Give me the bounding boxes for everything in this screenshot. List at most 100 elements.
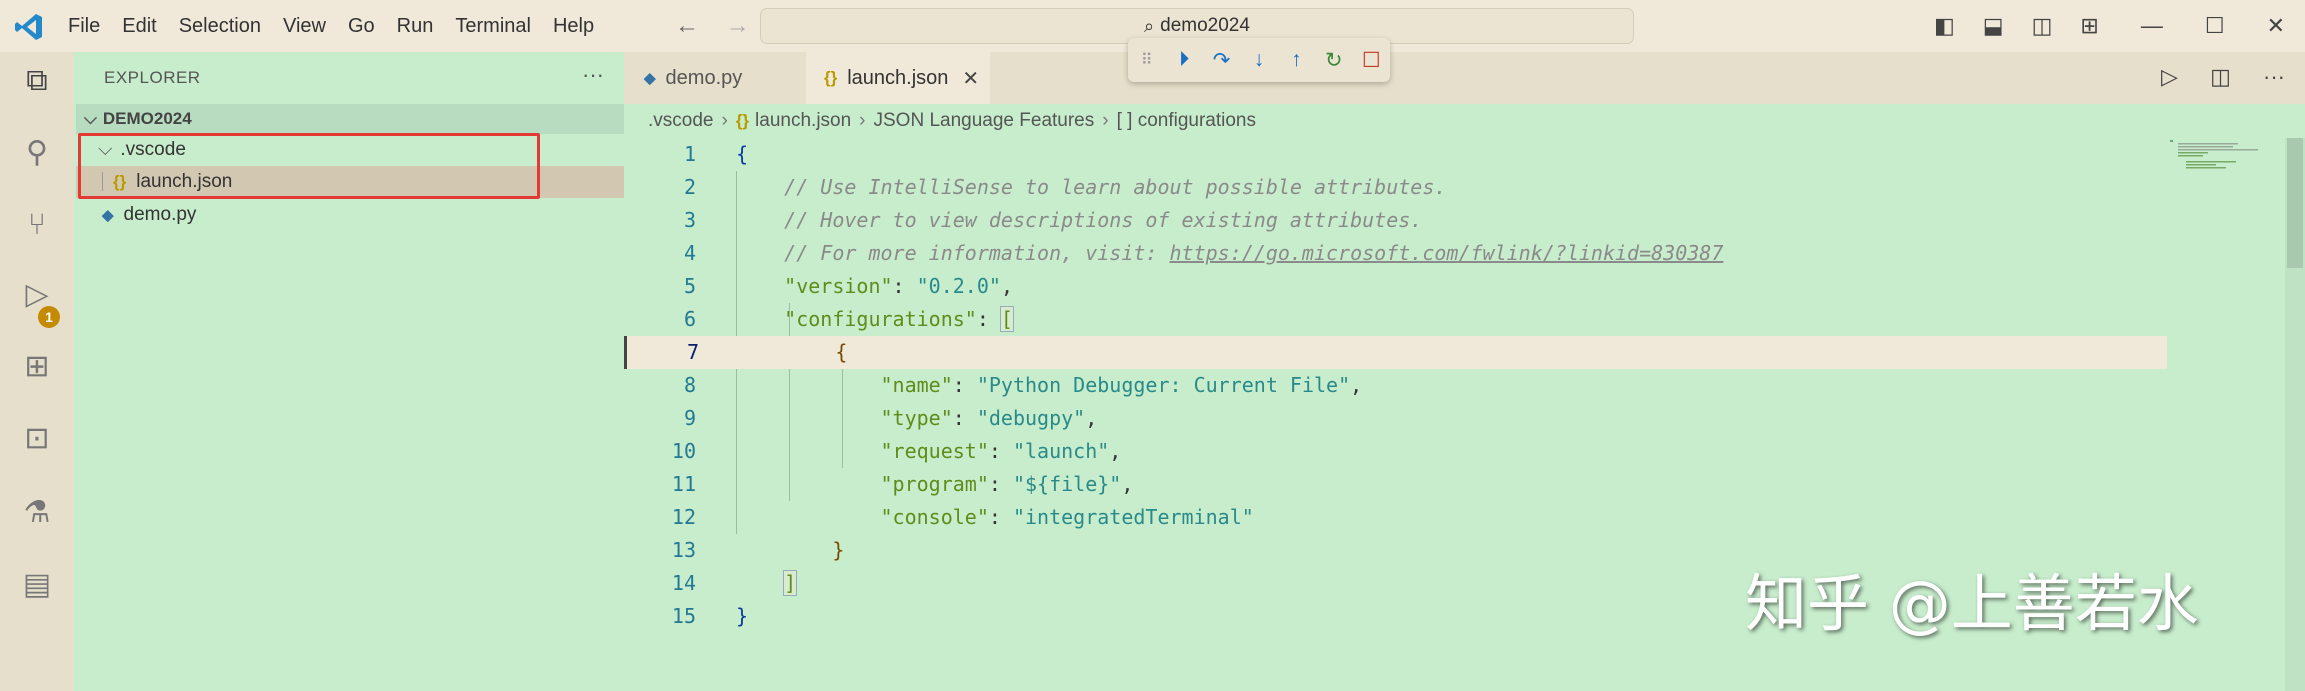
step-into-icon[interactable]: ↓ [1240, 48, 1277, 72]
menu-file[interactable]: File [68, 15, 100, 38]
close-tab-icon[interactable]: ✕ [962, 66, 979, 91]
more-actions-icon[interactable]: ··· [582, 62, 604, 88]
tab-label: demo.py [665, 66, 743, 89]
forward-arrow-icon[interactable]: → [726, 12, 750, 39]
step-over-icon[interactable]: ↷ [1203, 48, 1240, 73]
code-line: 12 "console": "integratedTerminal" [624, 501, 2164, 534]
json-value: "${file}" [1012, 472, 1122, 496]
line-number: 7 [686, 340, 699, 364]
toggle-primary-sidebar-icon[interactable]: ◧ [1934, 13, 1955, 39]
breadcrumb-item[interactable]: JSON Language Features [874, 110, 1095, 132]
line-number: 11 [671, 472, 696, 496]
testing-icon[interactable]: ⚗ [20, 496, 54, 530]
run-debug-badge: 1 [38, 306, 60, 328]
json-key: "version" [784, 274, 893, 298]
remote-explorer-icon[interactable]: ⊡ [20, 422, 54, 456]
editor-tab-bar: ◆ demo.py {} launch.json ✕ [624, 52, 2305, 104]
search-view-icon[interactable]: ⚲ [20, 136, 54, 170]
explorer-icon[interactable]: ⧉ [20, 64, 54, 98]
watermark: 知乎 @上善若水 [1745, 567, 2199, 640]
code-line: 10 "request": "launch", [624, 435, 2164, 468]
menu-edit[interactable]: Edit [122, 15, 156, 38]
menu-terminal[interactable]: Terminal [455, 15, 531, 38]
json-key: "program" [880, 472, 989, 496]
menu-run[interactable]: Run [397, 15, 434, 38]
tree-item-label: demo.py [123, 204, 197, 225]
continue-icon[interactable]: ⏵ [1165, 48, 1202, 72]
restart-icon[interactable]: ↻ [1315, 48, 1352, 73]
tab-label: launch.json [847, 66, 949, 89]
chevron-right-icon: › [859, 110, 866, 131]
python-file-icon: ◆ [102, 207, 114, 224]
json-value: "integratedTerminal" [1012, 505, 1254, 529]
extensions-icon[interactable]: ⊞ [20, 350, 54, 384]
code-line: 9 "type": "debugpy", [624, 402, 2164, 435]
comment-link[interactable]: https://go.microsoft.com/fwlink/?linkid=… [1169, 241, 1723, 265]
json-key: "name" [880, 373, 953, 397]
toggle-panel-icon[interactable]: ⬓ [1983, 13, 2004, 39]
window-controls: ◧ ⬓ ◫ ⊞ — ☐ ✕ [1906, 0, 2285, 52]
json-value: "0.2.0" [916, 274, 1001, 298]
history-nav: ← → [675, 12, 770, 40]
folder-header[interactable]: ⌵ DEMO2024 [76, 104, 624, 134]
tab-launch-json[interactable]: {} launch.json ✕ [806, 52, 990, 104]
code-line: 1{ [624, 138, 2164, 171]
scrollbar-thumb[interactable] [2287, 138, 2303, 268]
breadcrumb-item[interactable]: .vscode [648, 110, 713, 132]
tab-demo-py[interactable]: ◆ demo.py [624, 52, 804, 104]
json-value: "debugpy" [976, 406, 1086, 430]
code-line: 2 // Use IntelliSense to learn about pos… [624, 171, 2164, 204]
code-line: 3 // Hover to view descriptions of exist… [624, 204, 2164, 237]
activity-bar: ⧉ ⚲ ⑂ ▷ 1 ⊞ ⊡ ⚗ ▤ [0, 52, 74, 691]
menu-go[interactable]: Go [348, 15, 375, 38]
split-editor-icon[interactable]: ◫ [2210, 64, 2231, 89]
search-text: demo2024 [1160, 15, 1250, 36]
line-number: 14 [671, 571, 696, 595]
line-number: 12 [671, 505, 696, 529]
tree-item-demo-py[interactable]: ◆ demo.py [76, 199, 624, 231]
stop-icon[interactable]: ☐ [1353, 48, 1390, 73]
line-number: 8 [683, 373, 696, 397]
line-number: 5 [683, 274, 696, 298]
code-line: 11 "program": "${file}", [624, 468, 2164, 501]
breadcrumb-item[interactable]: [ ] configurations [1117, 110, 1256, 132]
debug-toolbar: ⠿ ⏵ ↷ ↓ ↑ ↻ ☐ [1128, 38, 1390, 82]
drag-handle-icon[interactable]: ⠿ [1128, 50, 1165, 70]
json-key: "console" [880, 505, 989, 529]
code-comment: // For more information, visit: [784, 241, 1170, 265]
customize-layout-icon[interactable]: ⊞ [2080, 13, 2098, 39]
menu-help[interactable]: Help [553, 15, 594, 38]
code-line: 8 "name": "Python Debugger: Current File… [624, 369, 2164, 402]
vscode-logo-icon[interactable] [14, 12, 44, 42]
more-actions-icon[interactable]: ··· [2263, 64, 2285, 89]
line-number: 10 [671, 439, 696, 463]
explorer-title: EXPLORER [104, 68, 201, 87]
json-key: "type" [880, 406, 953, 430]
maximize-icon[interactable]: ☐ [2205, 13, 2225, 39]
minimize-icon[interactable]: — [2141, 13, 2163, 39]
json-key: "request" [880, 439, 989, 463]
run-file-icon[interactable]: ▷ [2161, 64, 2178, 89]
search-icon: ⌕ [1144, 15, 1155, 36]
breadcrumb-item[interactable]: launch.json [755, 110, 851, 132]
highlight-box [78, 133, 540, 199]
close-window-icon[interactable]: ✕ [2267, 13, 2285, 39]
json-value: "launch" [1012, 439, 1110, 463]
back-arrow-icon[interactable]: ← [675, 12, 699, 39]
line-number: 3 [683, 208, 696, 232]
menu-view[interactable]: View [283, 15, 326, 38]
line-number: 9 [683, 406, 696, 430]
step-out-icon[interactable]: ↑ [1278, 48, 1315, 72]
line-number: 6 [683, 307, 696, 331]
line-number: 1 [683, 142, 696, 166]
folder-name: DEMO2024 [102, 109, 192, 128]
menu-selection[interactable]: Selection [179, 15, 261, 38]
code-line: 6 "configurations": [ [624, 303, 2164, 336]
minimap[interactable] [2170, 140, 2280, 170]
toggle-secondary-sidebar-icon[interactable]: ◫ [2032, 13, 2053, 39]
code-comment: // Hover to view descriptions of existin… [784, 208, 1423, 232]
docker-icon[interactable]: ▤ [20, 568, 54, 602]
chevron-right-icon: › [721, 110, 728, 131]
source-control-icon[interactable]: ⑂ [20, 208, 54, 242]
json-value: "Python Debugger: Current File" [976, 373, 1351, 397]
